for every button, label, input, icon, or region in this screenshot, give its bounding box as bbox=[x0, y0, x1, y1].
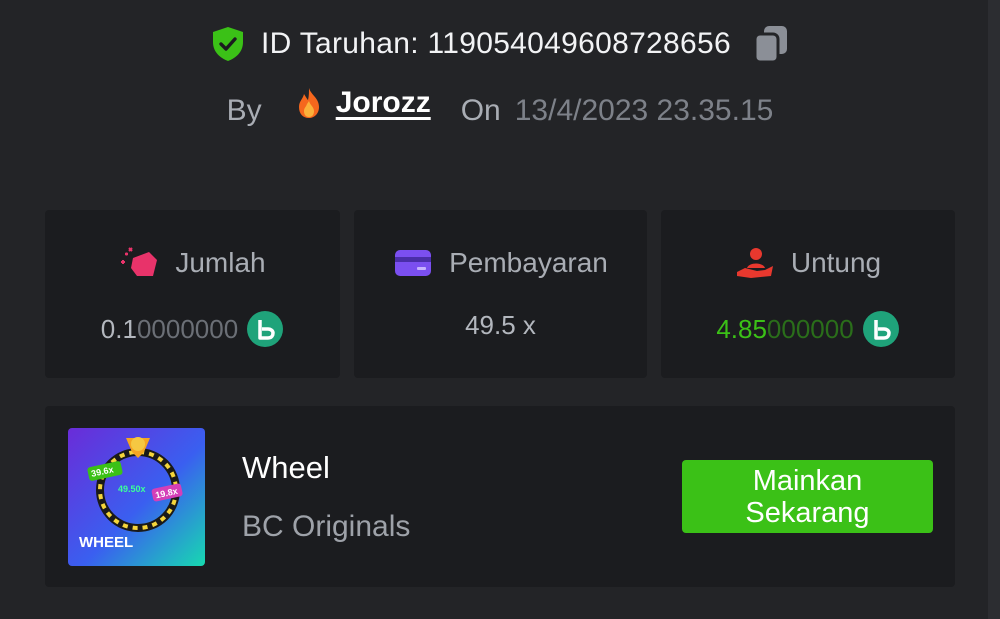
stat-card-profit: Untung 4.85 000000 bbox=[661, 210, 955, 378]
stat-head: Untung bbox=[661, 246, 955, 280]
stat-value-strong: 4.85 bbox=[716, 313, 767, 344]
stat-value-strong: 0.1 bbox=[100, 313, 137, 344]
stat-label: Pembayaran bbox=[449, 247, 608, 278]
stat-value: 0.1 0000000 bbox=[45, 310, 340, 348]
thumb-multiplier-2: 49.50x bbox=[118, 484, 146, 494]
bet-amount-icon bbox=[121, 247, 158, 276]
stat-label: Untung bbox=[790, 247, 882, 278]
stat-value: 4.85 000000 bbox=[661, 310, 955, 348]
stat-value: 49.5 x bbox=[354, 310, 647, 341]
game-name[interactable]: Wheel bbox=[242, 450, 330, 486]
profit-hand-icon bbox=[736, 248, 773, 278]
username-link[interactable]: Jorozz bbox=[292, 86, 431, 120]
bc-coin-icon bbox=[862, 311, 899, 347]
stat-head: Pembayaran bbox=[354, 246, 647, 280]
play-now-button[interactable]: Mainkan Sekarang bbox=[682, 460, 933, 533]
payout-card-icon bbox=[395, 250, 432, 276]
stat-value-faded: 000000 bbox=[766, 313, 854, 344]
on-label: On bbox=[460, 94, 501, 127]
stat-label: Jumlah bbox=[175, 247, 266, 278]
copy-icon[interactable] bbox=[753, 24, 789, 64]
username[interactable]: Jorozz bbox=[336, 86, 431, 120]
fire-icon bbox=[298, 88, 319, 118]
game-thumbnail[interactable]: 39.6x 49.50x 19.8x WHEEL bbox=[68, 428, 205, 566]
stat-value-text: 49.5 x bbox=[465, 310, 536, 340]
game-card: 39.6x 49.50x 19.8x WHEEL Wheel BC Origin… bbox=[45, 406, 955, 587]
stat-head: Jumlah bbox=[45, 246, 340, 280]
wheel-game-art: 39.6x 49.50x 19.8x WHEEL bbox=[68, 428, 205, 566]
thumb-title: WHEEL bbox=[79, 534, 133, 551]
stat-value-faded: 0000000 bbox=[136, 313, 239, 344]
bet-id-row: ID Taruhan: 119054049608728656 bbox=[0, 24, 1000, 64]
bet-author-row: By Jorozz On 13/4/2023 23.35.15 bbox=[0, 86, 1000, 128]
stat-card-payout: Pembayaran 49.5 x bbox=[354, 210, 647, 378]
game-provider: BC Originals bbox=[242, 510, 411, 543]
by-label: By bbox=[226, 94, 262, 127]
bet-datetime: 13/4/2023 23.35.15 bbox=[514, 94, 774, 127]
verified-shield-icon bbox=[213, 27, 243, 61]
bet-id-text: ID Taruhan: 119054049608728656 bbox=[261, 27, 731, 60]
stat-card-amount: Jumlah 0.1 0000000 bbox=[45, 210, 340, 378]
bc-coin-icon bbox=[247, 311, 284, 347]
